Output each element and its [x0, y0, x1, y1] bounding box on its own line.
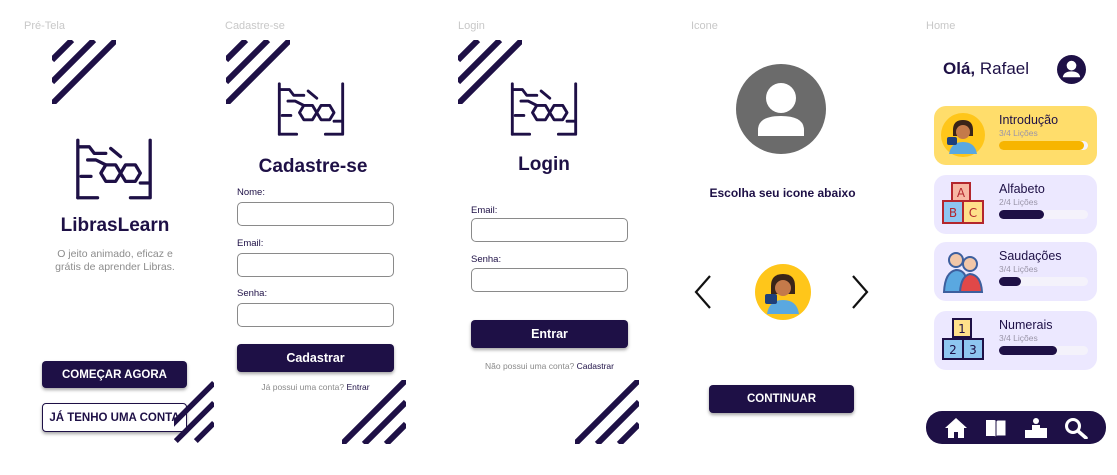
progress-bar: [999, 346, 1088, 355]
home-icon[interactable]: [944, 417, 968, 439]
greeting-bold: Olá,: [943, 59, 976, 78]
chevron-left-icon[interactable]: [692, 274, 714, 310]
password-label: Senha:: [237, 288, 268, 299]
ranking-icon[interactable]: [1024, 417, 1048, 439]
bottom-nav: [926, 411, 1106, 444]
course-title: Introdução: [999, 113, 1059, 127]
progress-fill: [999, 141, 1084, 150]
course-title: Numerais: [999, 318, 1053, 332]
register-button[interactable]: Cadastrar: [237, 344, 394, 372]
svg-text:B: B: [949, 206, 957, 220]
email-field[interactable]: [237, 253, 394, 277]
password-field[interactable]: [237, 303, 394, 327]
have-account-button[interactable]: JÁ TENHO UMA CONTA: [42, 403, 187, 432]
password-label: Senha:: [471, 254, 502, 265]
course-card-introducao[interactable]: Introdução 3/4 Lições: [934, 106, 1097, 165]
continue-button[interactable]: CONTINUAR: [709, 385, 854, 413]
libraslearn-logo: [76, 138, 152, 200]
tagline: O jeito animado, eficaz e grátis de apre…: [40, 248, 190, 274]
password-field[interactable]: [471, 268, 628, 292]
login-button[interactable]: Entrar: [471, 320, 628, 348]
course-progress-text: 3/4 Lições: [999, 333, 1038, 343]
user-placeholder-icon: [736, 64, 826, 154]
login-prompt-text: Já possui uma conta?: [261, 382, 345, 392]
frame-label-login: Login: [458, 20, 485, 32]
svg-text:2: 2: [949, 343, 957, 357]
course-card-numerais[interactable]: 1 2 3 Numerais 3/4 Lições: [934, 311, 1097, 370]
course-progress-text: 2/4 Lições: [999, 197, 1038, 207]
number-blocks-icon: 1 2 3: [942, 318, 984, 360]
frame-label-pre-tela: Pré-Tela: [24, 20, 65, 32]
frame-label-home: Home: [926, 20, 956, 32]
choose-icon-heading: Escolha seu icone abaixo: [709, 186, 856, 200]
progress-bar: [999, 210, 1088, 219]
greeting-people-icon: [942, 252, 984, 293]
svg-text:3: 3: [969, 343, 977, 357]
decorative-stripes: [52, 40, 116, 104]
decorative-stripes: [575, 380, 639, 444]
register-link[interactable]: Cadastrar: [577, 361, 614, 371]
progress-fill: [999, 277, 1022, 286]
register-prompt: Não possui uma conta? Cadastrar: [471, 361, 628, 371]
book-icon[interactable]: [984, 417, 1008, 439]
svg-text:A: A: [957, 186, 966, 200]
course-title: Saudações: [999, 249, 1062, 263]
abc-blocks-icon: A B C: [942, 182, 984, 224]
progress-fill: [999, 346, 1057, 355]
page-title: Cadastre-se: [258, 156, 368, 177]
frame-label-cadastre: Cadastre-se: [225, 20, 285, 32]
brand-name: LibrasLearn: [60, 215, 170, 236]
svg-text:1: 1: [958, 322, 966, 336]
svg-text:C: C: [969, 206, 977, 220]
decorative-stripes: [174, 380, 214, 444]
libraslearn-logo: [277, 82, 345, 136]
greeting: Olá, Rafael: [943, 59, 1029, 79]
progress-bar: [999, 141, 1088, 150]
tagline-line-2: grátis de aprender Libras.: [55, 261, 175, 273]
chevron-right-icon[interactable]: [849, 274, 871, 310]
name-field[interactable]: [237, 202, 394, 226]
email-label: Email:: [237, 238, 264, 249]
student-avatar-icon[interactable]: [755, 264, 811, 320]
course-title: Alfabeto: [999, 182, 1045, 196]
course-card-alfabeto[interactable]: A B C Alfabeto 2/4 Lições: [934, 175, 1097, 234]
page-title: Login: [518, 154, 570, 175]
course-progress-text: 3/4 Lições: [999, 128, 1038, 138]
student-avatar-icon: [941, 113, 985, 157]
email-field[interactable]: [471, 218, 628, 242]
search-icon[interactable]: [1064, 417, 1088, 439]
decorative-stripes: [342, 380, 406, 444]
name-label: Nome:: [237, 187, 265, 198]
progress-bar: [999, 277, 1088, 286]
email-label: Email:: [471, 205, 498, 216]
start-now-button[interactable]: COMEÇAR AGORA: [42, 361, 187, 388]
course-card-saudacoes[interactable]: Saudações 3/4 Lições: [934, 242, 1097, 301]
libraslearn-logo: [510, 82, 578, 136]
profile-avatar-icon[interactable]: [1057, 55, 1086, 84]
register-prompt-text: Não possui uma conta?: [484, 361, 575, 371]
user-name: Rafael: [979, 59, 1029, 78]
course-progress-text: 3/4 Lições: [999, 264, 1038, 274]
progress-fill: [999, 210, 1044, 219]
frame-label-icone: Icone: [691, 20, 718, 32]
tagline-line-1: O jeito animado, eficaz e: [57, 248, 173, 260]
